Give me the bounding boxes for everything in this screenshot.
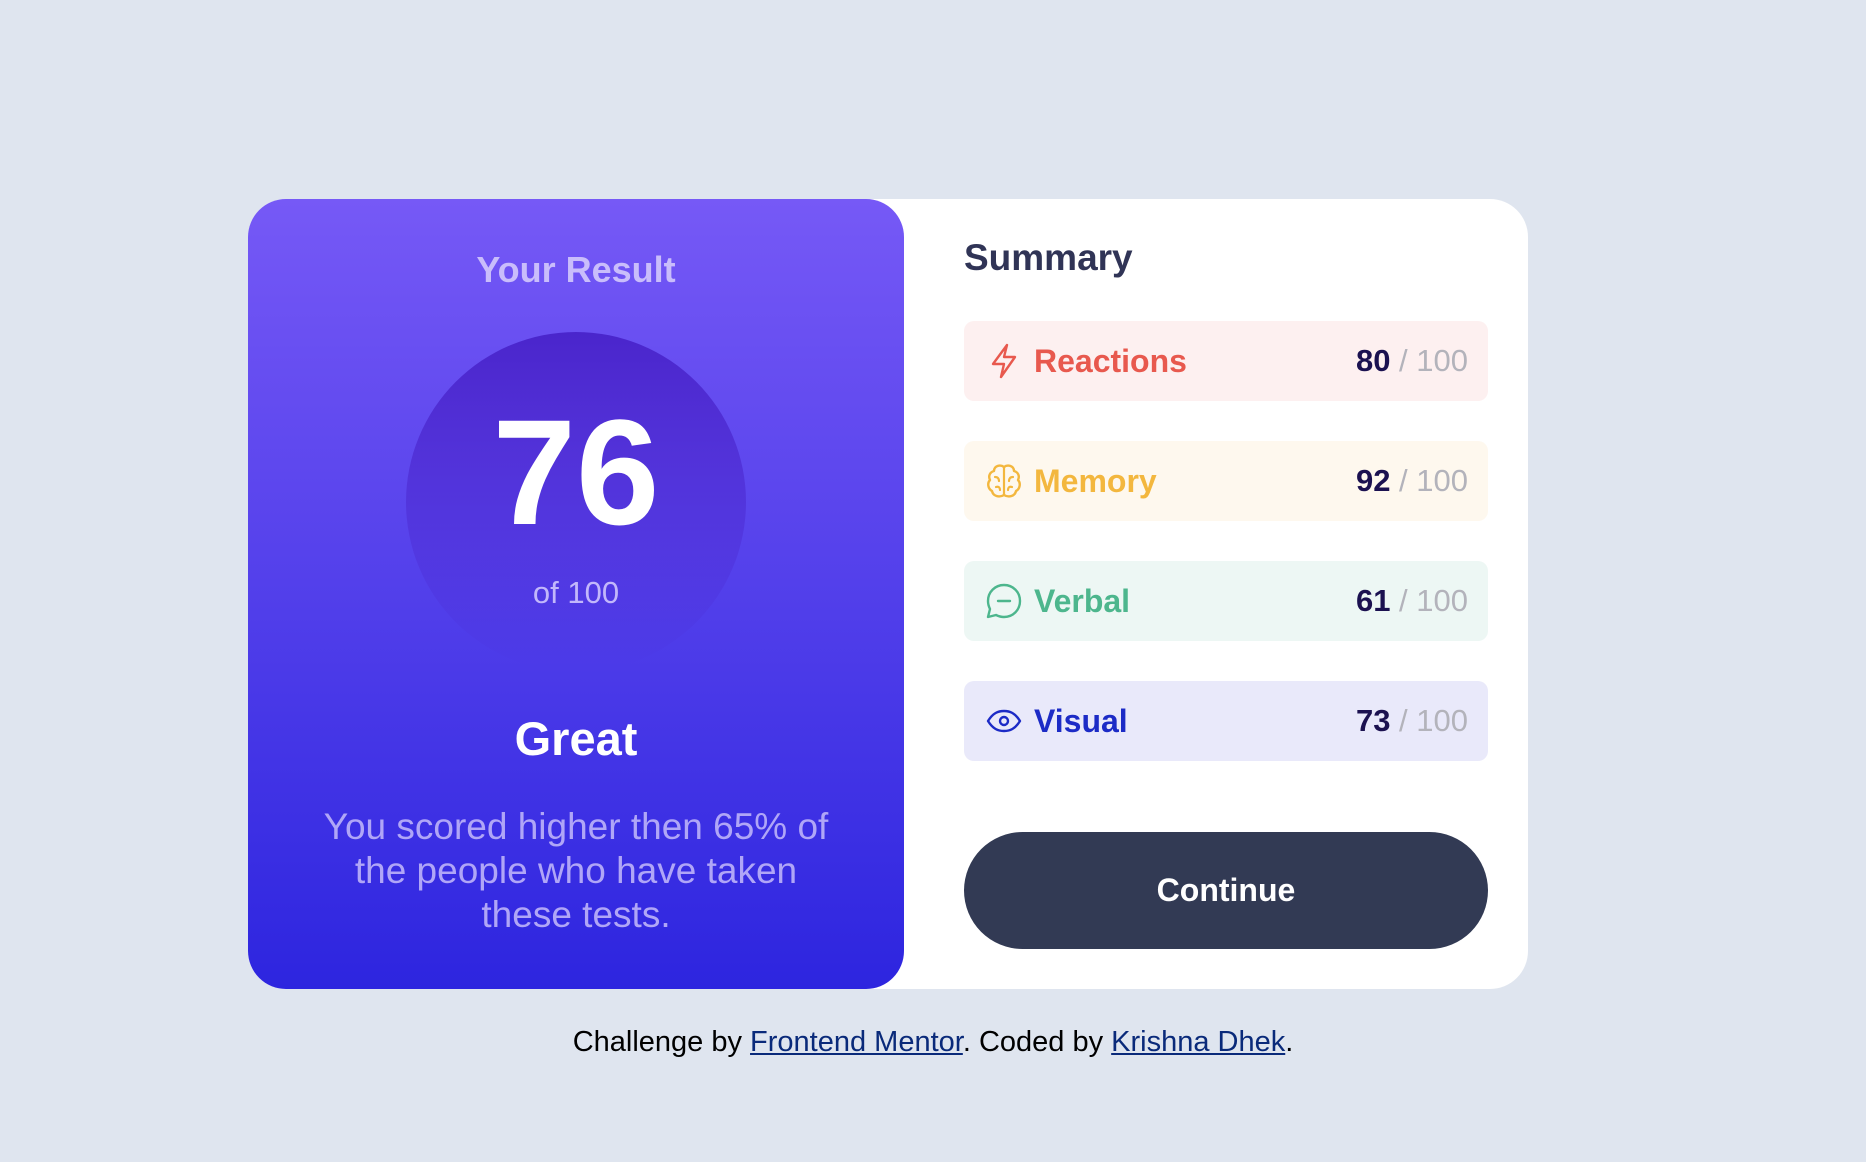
summary-item-label: Visual [1034, 702, 1128, 739]
result-description: You scored higher then 65% of the people… [323, 806, 829, 935]
lightning-icon [984, 341, 1024, 381]
result-panel: Your Result 76 of 100 Great You scored h… [248, 199, 904, 989]
summary-item-memory: Memory 92 / 100 [964, 441, 1488, 521]
summary-item-visual: Visual 73 / 100 [964, 681, 1488, 761]
summary-item-score: 80 [1355, 343, 1391, 378]
frontend-mentor-link[interactable]: Frontend Mentor [750, 1026, 963, 1058]
score-value: 76 [492, 388, 660, 556]
footer-suffix: . [1285, 1026, 1294, 1058]
results-card: Your Result 76 of 100 Great You scored h… [248, 199, 1528, 989]
rating-label: Great [514, 712, 638, 765]
eye-icon [984, 701, 1024, 741]
score-circle: 76 of 100 [406, 332, 746, 672]
result-title: Your Result [476, 249, 676, 290]
continue-button[interactable]: Continue [964, 832, 1488, 949]
summary-list: Reactions 80 / 100 Memory 92 / 100 Verba… [964, 321, 1488, 801]
summary-item-score: 92 [1355, 463, 1391, 498]
summary-item-label: Reactions [1034, 342, 1187, 379]
summary-item-reactions: Reactions 80 / 100 [964, 321, 1488, 401]
score-of-label: of 100 [532, 575, 620, 610]
footer-prefix: Challenge by [572, 1026, 751, 1058]
attribution-footer: Challenge by Frontend Mentor. Coded by K… [0, 1026, 1866, 1059]
author-link[interactable]: Krishna Dhek [1111, 1026, 1285, 1058]
footer-middle: . Coded by [962, 1026, 1112, 1058]
summary-item-max: / 100 [1390, 463, 1468, 498]
chat-bubble-icon [984, 581, 1024, 621]
brain-icon [984, 461, 1024, 501]
summary-item-max: / 100 [1390, 703, 1468, 738]
summary-item-label: Memory [1034, 462, 1157, 499]
summary-item-verbal: Verbal 61 / 100 [964, 561, 1488, 641]
summary-title: Summary [964, 237, 1133, 278]
summary-item-label: Verbal [1034, 582, 1131, 619]
summary-item-score: 73 [1355, 703, 1391, 738]
summary-item-score: 61 [1355, 583, 1391, 618]
summary-item-max: / 100 [1390, 583, 1468, 618]
summary-panel: Summary Reactions 80 / 100 Memory 92 / 1… [904, 199, 1528, 989]
summary-item-max: / 100 [1390, 343, 1468, 378]
